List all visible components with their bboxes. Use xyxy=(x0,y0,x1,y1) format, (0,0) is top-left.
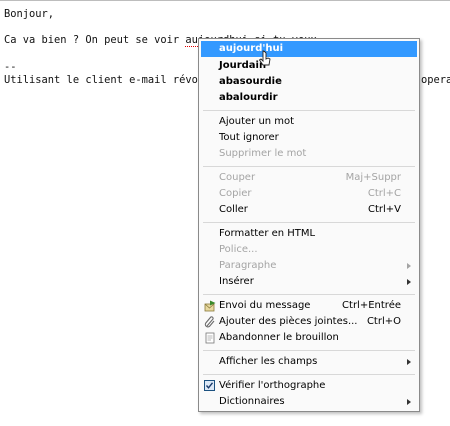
suggestion-jourdain[interactable]: Jourdain xyxy=(201,58,417,74)
delete-word-label: Supprimer le mot xyxy=(219,148,307,159)
suggestion-label: abalourdir xyxy=(219,92,278,103)
copy-label: Copier xyxy=(219,188,252,199)
copy-shortcut: Ctrl+C xyxy=(367,188,401,199)
insert-label: Insérer xyxy=(219,276,254,287)
spellcheck-context-menu: aujourd'hui Jourdain abasourdie abalourd… xyxy=(198,38,420,412)
show-fields-label: Afficher les champs xyxy=(219,356,318,367)
add-word-label: Ajouter un mot xyxy=(219,116,295,127)
paragraph-label: Paragraphe xyxy=(219,260,277,271)
add-word-item[interactable]: Ajouter un mot xyxy=(201,114,417,130)
dictionaries-item[interactable]: Dictionnaires xyxy=(201,394,417,410)
show-fields-item[interactable]: Afficher les champs xyxy=(201,354,417,370)
attach-shortcut: Ctrl+O xyxy=(366,316,401,327)
menu-separator xyxy=(203,166,415,167)
signature-tail: opera xyxy=(421,74,450,86)
discard-label: Abandonner le brouillon xyxy=(219,332,339,343)
dictionaries-label: Dictionnaires xyxy=(219,396,285,407)
menu-separator xyxy=(203,222,415,223)
menu-separator xyxy=(203,374,415,375)
paste-label: Coller xyxy=(219,204,248,215)
suggestion-label: abasourdie xyxy=(219,76,282,87)
suggestion-abasourdie[interactable]: abasourdie xyxy=(201,74,417,90)
signature-separator: -- xyxy=(4,61,17,73)
signature-line: Utilisant le client e-mail révo xyxy=(4,74,198,86)
send-icon xyxy=(204,300,216,312)
insert-item[interactable]: Insérer xyxy=(201,274,417,290)
font-item[interactable]: Police... xyxy=(201,242,417,258)
ignore-all-item[interactable]: Tout ignorer xyxy=(201,130,417,146)
delete-word-item[interactable]: Supprimer le mot xyxy=(201,146,417,162)
cut-item[interactable]: Couper Maj+Suppr xyxy=(201,170,417,186)
mouse-pointer-icon xyxy=(258,50,271,66)
discard-draft-icon xyxy=(204,332,216,344)
submenu-arrow-icon xyxy=(407,263,411,269)
spellcheck-label: Vérifier l'orthographe xyxy=(219,380,326,391)
suggestion-label: aujourd'hui xyxy=(219,43,284,54)
cut-label: Couper xyxy=(219,172,256,183)
format-html-label: Formatter en HTML xyxy=(219,228,316,239)
menu-separator xyxy=(203,294,415,295)
font-label: Police... xyxy=(219,244,258,255)
menu-separator xyxy=(203,110,415,111)
paste-item[interactable]: Coller Ctrl+V xyxy=(201,202,417,218)
paperclip-icon xyxy=(204,316,216,328)
greeting-line: Bonjour, xyxy=(4,8,55,20)
checkmark-icon xyxy=(204,380,215,391)
attach-files-item[interactable]: Ajouter des pièces jointes... Ctrl+O xyxy=(201,314,417,330)
menu-separator xyxy=(203,350,415,351)
copy-item[interactable]: Copier Ctrl+C xyxy=(201,186,417,202)
cut-shortcut: Maj+Suppr xyxy=(345,172,401,183)
send-shortcut: Ctrl+Entrée xyxy=(342,300,401,311)
format-html-item[interactable]: Formatter en HTML xyxy=(201,226,417,242)
suggestion-aujourdhui[interactable]: aujourd'hui xyxy=(201,41,417,57)
paste-shortcut: Ctrl+V xyxy=(367,204,401,215)
send-label: Envoi du message xyxy=(219,300,311,311)
suggestion-abalourdir[interactable]: abalourdir xyxy=(201,90,417,106)
submenu-arrow-icon xyxy=(407,279,411,285)
paragraph-item[interactable]: Paragraphe xyxy=(201,258,417,274)
ignore-all-label: Tout ignorer xyxy=(219,132,279,143)
attach-label: Ajouter des pièces jointes... xyxy=(219,316,358,327)
submenu-arrow-icon xyxy=(407,359,411,365)
discard-draft-item[interactable]: Abandonner le brouillon xyxy=(201,330,417,346)
body-line-text: Ca va bien ? On peut se voir xyxy=(4,34,186,46)
spellcheck-item[interactable]: Vérifier l'orthographe xyxy=(201,378,417,394)
send-message-item[interactable]: Envoi du message Ctrl+Entrée xyxy=(201,298,417,314)
submenu-arrow-icon xyxy=(407,399,411,405)
